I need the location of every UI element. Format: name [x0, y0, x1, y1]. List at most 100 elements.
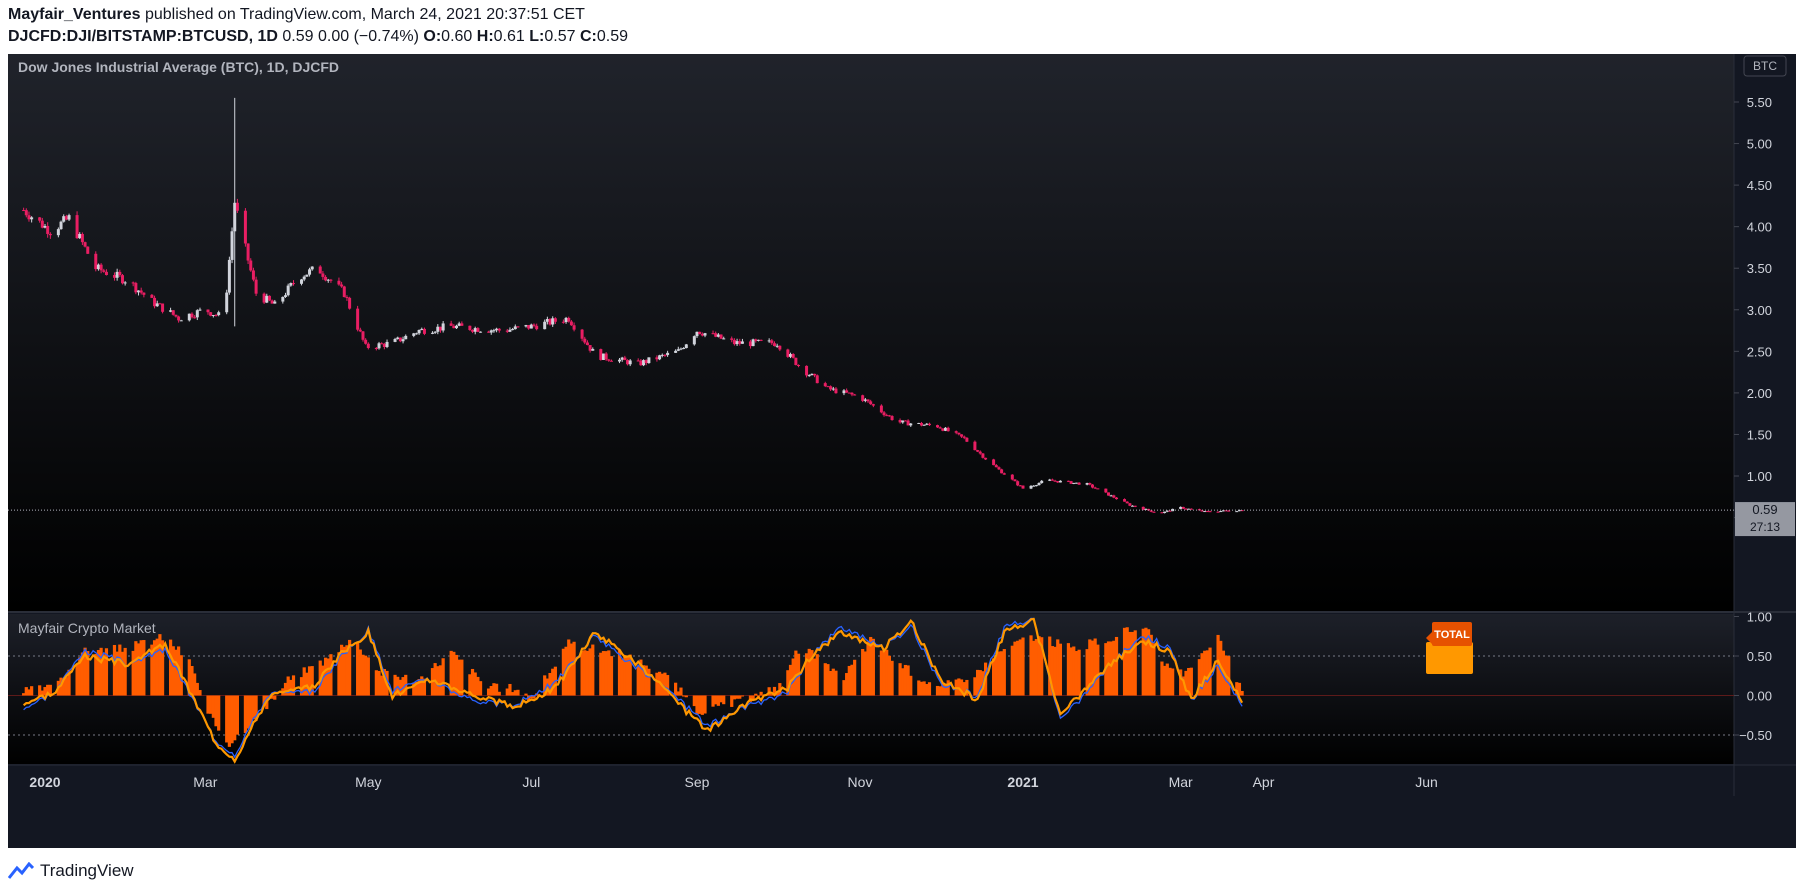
candle-body: [142, 292, 146, 295]
histogram-bar: [740, 695, 745, 697]
candle-body: [171, 310, 175, 315]
histogram-bar: [759, 691, 763, 696]
chart-svg[interactable]: 5.50 5.00 4.50 4.00 3.50 3.00 2.50 2.00 1.50 1.00…: [8, 54, 1796, 848]
close-label: C:: [579, 28, 597, 45]
candle-body: [457, 323, 461, 326]
candle-body: [120, 275, 124, 284]
indicator-tick-label: 0.00: [1747, 689, 1772, 704]
candle-body: [810, 373, 814, 376]
candle-body: [676, 349, 680, 351]
candle-body: [195, 310, 199, 318]
author-name[interactable]: Mayfair_Ventures: [8, 6, 141, 23]
open-label: O:: [423, 28, 442, 45]
histogram-bar: [329, 654, 333, 696]
histogram-bar: [754, 693, 758, 696]
candle-body: [404, 335, 408, 340]
price-tick-label: 4.50: [1747, 178, 1772, 193]
candle-body: [441, 323, 445, 331]
candle-body: [452, 325, 456, 329]
candle-body: [1131, 505, 1135, 507]
candle-body: [161, 303, 165, 312]
candle-body: [345, 297, 349, 299]
candle-body: [663, 354, 667, 356]
candle-body: [267, 295, 271, 301]
brand-label[interactable]: TradingView: [40, 861, 134, 881]
time-tick-label: Jul: [522, 774, 540, 790]
candle-body: [585, 342, 589, 346]
time-tick-label: 2021: [1007, 774, 1038, 790]
histogram-bar: [703, 695, 707, 714]
histogram-bar: [834, 670, 838, 696]
candle-body: [973, 441, 977, 451]
candle-body: [382, 343, 386, 347]
candle-body: [516, 326, 520, 328]
publish-info: Mayfair_Ventures published on TradingVie…: [8, 6, 585, 24]
candle-body: [711, 333, 715, 335]
candle-body: [978, 451, 982, 454]
histogram-bar: [684, 695, 688, 698]
candle-body: [789, 354, 793, 357]
indicator-legend[interactable]: Mayfair Crypto Market: [18, 620, 156, 636]
candle-body: [1058, 480, 1062, 483]
candle-body: [695, 331, 699, 337]
candle-body: [479, 331, 483, 333]
candle-body: [756, 339, 760, 341]
candle-body: [59, 221, 63, 230]
candle-body: [217, 312, 221, 316]
candle-body: [1160, 512, 1164, 514]
time-tick-label: Mar: [193, 774, 217, 790]
histogram-bar: [516, 689, 520, 696]
candle-body: [438, 326, 442, 331]
close-value: 0.59: [596, 28, 628, 45]
candle-body: [813, 373, 817, 376]
histogram-bar: [1114, 636, 1119, 696]
candle-body: [647, 357, 651, 364]
candle-body: [243, 210, 247, 244]
candle-body: [797, 365, 801, 367]
candle-body: [981, 453, 985, 458]
candle-body: [27, 215, 31, 220]
candle-body: [158, 303, 162, 305]
main-legend[interactable]: Dow Jones Industrial Average (BTC), 1D, …: [18, 59, 339, 75]
candle-body: [356, 308, 360, 330]
candle-body: [754, 339, 758, 341]
candle-body: [609, 360, 613, 362]
candle-body: [374, 347, 378, 349]
candle-body: [636, 360, 640, 362]
candle-body: [112, 275, 116, 278]
candle-body: [1048, 479, 1052, 481]
candle-body: [829, 386, 833, 390]
candle-body: [639, 360, 643, 366]
candle-body: [1090, 484, 1094, 488]
candle-body: [1016, 481, 1020, 486]
candle-body: [564, 317, 568, 323]
candle-body: [1093, 487, 1097, 489]
candle-body: [938, 427, 942, 429]
candle-body: [38, 217, 42, 221]
candle-body: [684, 344, 688, 349]
candle-body: [1018, 485, 1022, 487]
candle-body: [994, 465, 998, 468]
candle-body: [455, 325, 459, 329]
chart-frame[interactable]: 5.50 5.00 4.50 4.00 3.50 3.00 2.50 2.00 1.50 1.00…: [8, 54, 1796, 848]
candle-body: [1141, 506, 1145, 510]
candle-body: [206, 309, 210, 313]
candle-body: [572, 325, 576, 330]
time-tick-label: Apr: [1253, 774, 1275, 790]
candle-body: [532, 324, 536, 326]
candle-body: [1152, 511, 1156, 513]
candle-body: [377, 343, 381, 349]
candle-body: [348, 297, 352, 309]
candle-body: [64, 216, 68, 220]
candle-body: [321, 273, 325, 277]
total-tag: TOTAL: [1426, 622, 1473, 674]
candle-body: [831, 388, 835, 390]
candle-body: [834, 388, 838, 394]
candle-body: [86, 246, 90, 254]
candle-body: [358, 329, 362, 332]
candle-body: [925, 423, 929, 425]
candle-body: [1085, 483, 1089, 485]
candle-body: [898, 420, 902, 423]
candle-body: [1050, 479, 1054, 481]
histogram-bar: [927, 682, 932, 696]
